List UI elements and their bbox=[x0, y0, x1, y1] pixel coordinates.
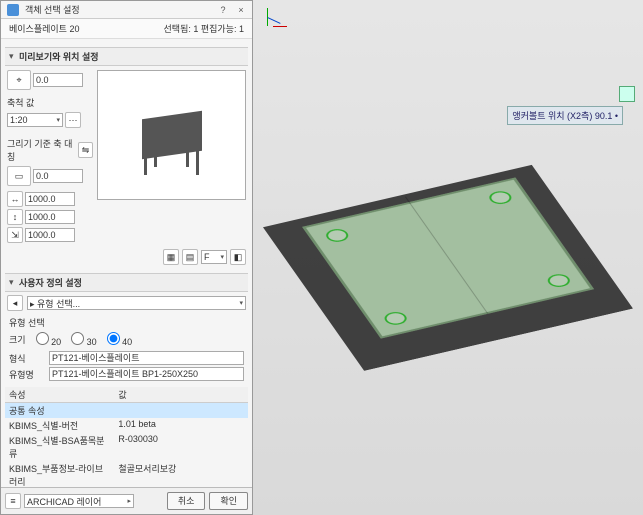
table-row[interactable]: KBIMS_부품정보-라이브러리철골모서리보강 bbox=[5, 461, 248, 487]
table-row[interactable]: KBIMS_식별-버전1.01 beta bbox=[5, 418, 248, 433]
type-pick-select[interactable]: ▸ 유형 선택...▾ bbox=[27, 296, 246, 310]
preview-tool-3[interactable]: ◧ bbox=[230, 249, 246, 265]
radio-40[interactable]: 40 bbox=[107, 332, 133, 347]
object-preview bbox=[97, 70, 246, 200]
size-icon[interactable]: ▭ bbox=[7, 166, 31, 186]
attribute-table: 속성 값 공통 속성 KBIMS_식별-버전1.01 beta KBIMS_식별… bbox=[5, 387, 248, 487]
help-button[interactable]: ? bbox=[218, 5, 228, 15]
selection-status: 선택됨: 1 편집가능: 1 bbox=[164, 22, 244, 35]
brand-value[interactable]: PT121-베이스플레이트 bbox=[49, 351, 244, 365]
titlebar: 객체 선택 설정 ? × bbox=[1, 1, 252, 19]
dim-input-2[interactable]: 1000.0 bbox=[25, 210, 75, 224]
scale-select[interactable]: 1:20▾ bbox=[7, 113, 63, 127]
selection-handle[interactable] bbox=[619, 86, 635, 102]
settings-panel: 객체 선택 설정 ? × 베이스플레이트 20 선택됨: 1 편집가능: 1 ▾… bbox=[0, 0, 253, 515]
section-preview-position[interactable]: ▾ 미리보기와 위치 설정 bbox=[5, 47, 248, 66]
settings-pane: ▾ 미리보기와 위치 설정 ⌖ 0.0 축척 값 1:20▾ ⋯ 그리기 기준 … bbox=[1, 39, 252, 487]
preview-mode-select[interactable]: F▾ bbox=[201, 250, 227, 264]
cancel-button[interactable]: 취소 bbox=[167, 492, 206, 510]
ok-button[interactable]: 확인 bbox=[209, 492, 248, 510]
layer-icon[interactable]: ≡ bbox=[5, 493, 21, 509]
axis-gizmo bbox=[261, 8, 291, 38]
preview-tool-1[interactable]: ▦ bbox=[163, 249, 179, 265]
viewport-3d[interactable]: 앵커볼트 위치 (X2측) 90.1 • bbox=[253, 0, 643, 515]
dialog-title: 객체 선택 설정 bbox=[25, 3, 80, 16]
preview-tool-2[interactable]: ▤ bbox=[182, 249, 198, 265]
bottom-bar: ≡ ARCHICAD 레이어▸ 취소 확인 bbox=[1, 487, 252, 514]
dim-icon-1[interactable]: ↔ bbox=[7, 191, 23, 207]
table-header: 속성 값 bbox=[5, 387, 248, 403]
rotation-input[interactable]: 0.0 bbox=[33, 73, 83, 87]
size-input[interactable]: 0.0 bbox=[33, 169, 83, 183]
nav-left-icon[interactable]: ◂ bbox=[7, 295, 23, 311]
dim-icon-2[interactable]: ↕ bbox=[7, 209, 23, 225]
table-row[interactable]: KBIMS_식별-BSA품목분류R-030030 bbox=[5, 433, 248, 461]
typename-value[interactable]: PT121-베이스플레이트 BP1-250X250 bbox=[49, 367, 244, 381]
typename-label: 유형명 bbox=[9, 368, 43, 381]
app-icon bbox=[7, 4, 19, 16]
size-row-label: 크기 bbox=[9, 333, 26, 346]
table-row[interactable]: 공통 속성 bbox=[5, 403, 248, 418]
scale-options-icon[interactable]: ⋯ bbox=[65, 112, 81, 128]
section-user-settings[interactable]: ▾ 사용자 정의 설정 bbox=[5, 273, 248, 292]
preview-thumbnail bbox=[132, 95, 212, 175]
mirror-label: 그리기 기준 축 대칭 bbox=[7, 137, 76, 163]
baseplate-model[interactable] bbox=[302, 177, 594, 338]
col-attr: 속성 bbox=[5, 387, 114, 402]
preview-position-body: ⌖ 0.0 축척 값 1:20▾ ⋯ 그리기 기준 축 대칭 ⇋ ▭ 0.0 bbox=[5, 66, 248, 247]
type-title: 유형 선택 bbox=[9, 316, 244, 329]
col-val: 값 bbox=[114, 387, 248, 402]
subheader: 베이스플레이트 20 선택됨: 1 편집가능: 1 bbox=[1, 19, 252, 39]
anchor-bolt[interactable] bbox=[544, 272, 573, 288]
anchor-bolt[interactable] bbox=[381, 310, 410, 326]
dim-icon-3[interactable]: ⇲ bbox=[7, 227, 23, 243]
anchor-point-icon[interactable]: ⌖ bbox=[7, 70, 31, 90]
anchor-bolt[interactable] bbox=[323, 227, 352, 243]
object-name: 베이스플레이트 20 bbox=[9, 22, 79, 35]
chevron-down-icon: ▾ bbox=[9, 277, 19, 288]
dim-input-3[interactable]: 1000.0 bbox=[25, 228, 75, 242]
dim-input-1[interactable]: 1000.0 bbox=[25, 192, 75, 206]
dimension-tag[interactable]: 앵커볼트 위치 (X2측) 90.1 • bbox=[507, 106, 623, 125]
anchor-bolt[interactable] bbox=[486, 189, 515, 205]
layer-select[interactable]: ARCHICAD 레이어▸ bbox=[24, 494, 134, 508]
chevron-down-icon: ▾ bbox=[9, 51, 19, 62]
mirror-icon[interactable]: ⇋ bbox=[78, 142, 93, 158]
brand-label: 형식 bbox=[9, 352, 43, 365]
radio-20[interactable]: 20 bbox=[36, 332, 62, 347]
close-button[interactable]: × bbox=[236, 5, 246, 15]
scale-label: 축척 값 bbox=[7, 96, 47, 109]
radio-30[interactable]: 30 bbox=[71, 332, 97, 347]
